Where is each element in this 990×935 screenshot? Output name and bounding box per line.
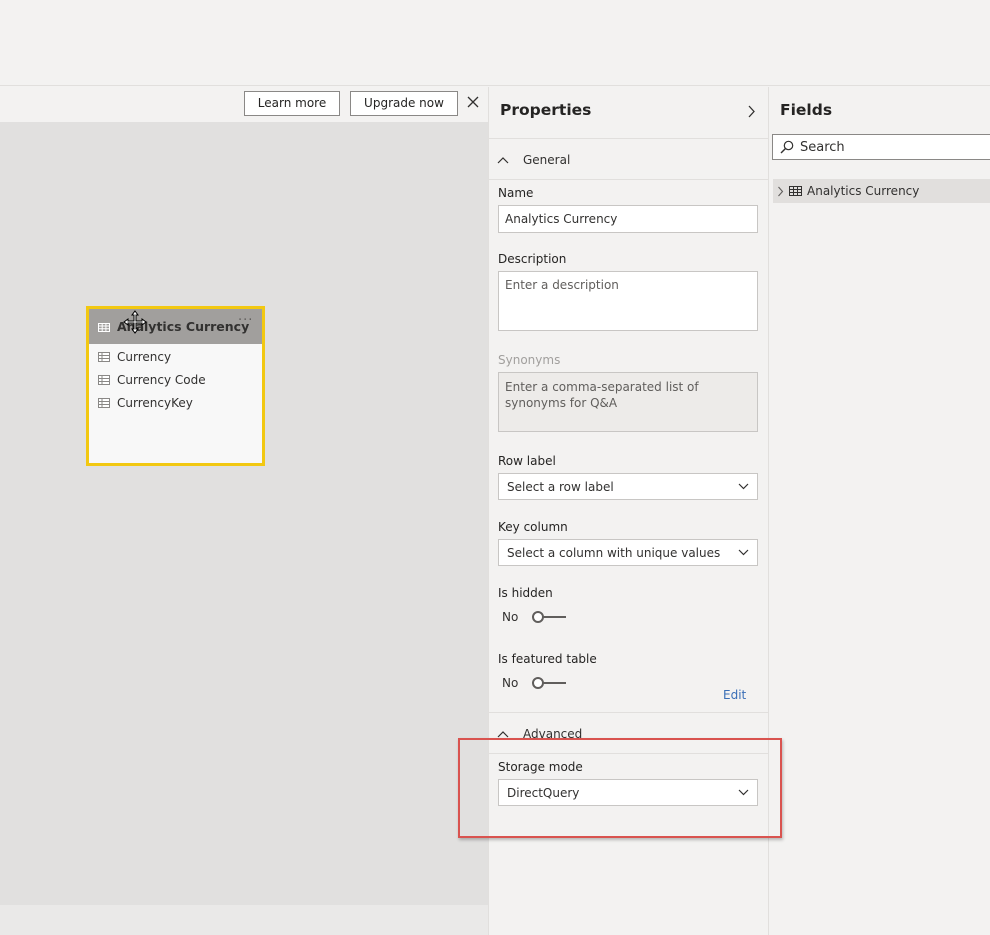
table-icon: [789, 186, 802, 196]
column-icon: [98, 398, 110, 408]
properties-pane: Properties General Name Analytics Curren…: [489, 87, 768, 935]
divider: [489, 753, 768, 754]
column-label: CurrencyKey: [117, 396, 193, 410]
general-section-label: General: [523, 153, 571, 167]
is-featured-toggle-row: No: [502, 676, 568, 690]
is-hidden-label: Is hidden: [498, 586, 553, 600]
close-icon[interactable]: [464, 93, 482, 111]
column-row[interactable]: CurrencyKey: [98, 393, 193, 413]
canvas-footer: [0, 905, 488, 935]
storage-mode-label: Storage mode: [498, 760, 583, 774]
description-label: Description: [498, 252, 567, 266]
column-icon: [98, 375, 110, 385]
name-label: Name: [498, 186, 534, 200]
field-table-label: Analytics Currency: [807, 184, 920, 198]
is-hidden-toggle[interactable]: [532, 610, 568, 624]
chevron-down-icon: [738, 789, 749, 796]
search-input[interactable]: [800, 139, 970, 155]
divider: [489, 712, 768, 713]
column-label: Currency Code: [117, 373, 206, 387]
search-icon: [780, 140, 794, 154]
chevron-up-icon: [497, 157, 509, 164]
column-label: Currency: [117, 350, 172, 364]
learn-more-button[interactable]: Learn more: [244, 91, 340, 116]
synonyms-label: Synonyms: [498, 353, 561, 367]
table-card-analytics-currency[interactable]: Analytics Currency ··· Currency Currency…: [86, 306, 265, 466]
upgrade-now-button[interactable]: Upgrade now: [350, 91, 458, 116]
storage-mode-dropdown[interactable]: DirectQuery: [498, 779, 758, 806]
edit-link[interactable]: Edit: [723, 688, 746, 702]
top-ribbon-area: [0, 0, 990, 86]
description-field[interactable]: Enter a description: [498, 271, 758, 331]
row-label-dropdown[interactable]: Select a row label: [498, 473, 758, 500]
divider: [489, 138, 768, 139]
more-options-icon[interactable]: ···: [238, 313, 253, 328]
diagram-surface[interactable]: Analytics Currency ··· Currency Currency…: [0, 122, 488, 905]
chevron-down-icon: [738, 549, 749, 556]
is-hidden-toggle-row: No: [502, 610, 568, 624]
table-icon: [98, 323, 110, 332]
is-featured-toggle[interactable]: [532, 676, 568, 690]
is-featured-value: No: [502, 676, 519, 690]
column-row[interactable]: Currency: [98, 347, 171, 367]
chevron-right-icon[interactable]: [747, 105, 756, 118]
row-label-label: Row label: [498, 454, 556, 468]
fields-search-box[interactable]: [772, 134, 990, 160]
is-hidden-value: No: [502, 610, 519, 624]
key-column-value: Select a column with unique values: [507, 546, 721, 560]
storage-mode-value: DirectQuery: [507, 786, 580, 800]
row-label-value: Select a row label: [507, 480, 614, 494]
synonyms-field[interactable]: Enter a comma-separated list of synonyms…: [498, 372, 758, 432]
column-row[interactable]: Currency Code: [98, 370, 206, 390]
advanced-section-label: Advanced: [523, 727, 583, 741]
name-field[interactable]: Analytics Currency: [498, 205, 758, 233]
fields-title: Fields: [780, 101, 833, 119]
table-card-header[interactable]: Analytics Currency ···: [89, 309, 262, 344]
is-featured-label: Is featured table: [498, 652, 597, 666]
divider: [489, 179, 768, 180]
field-table-item[interactable]: Analytics Currency: [773, 179, 990, 203]
chevron-down-icon: [738, 483, 749, 490]
fields-pane: Fields Analytics Currency: [769, 87, 990, 935]
move-cursor-icon: [123, 310, 147, 334]
chevron-right-icon[interactable]: [777, 186, 784, 197]
chevron-up-icon: [497, 731, 509, 738]
key-column-label: Key column: [498, 520, 568, 534]
general-section-toggle[interactable]: General: [497, 153, 570, 167]
key-column-dropdown[interactable]: Select a column with unique values: [498, 539, 758, 566]
model-canvas: Learn more Upgrade now Analytics Currenc…: [0, 87, 488, 935]
advanced-section-toggle[interactable]: Advanced: [497, 727, 582, 741]
properties-title: Properties: [500, 101, 592, 119]
column-icon: [98, 352, 110, 362]
